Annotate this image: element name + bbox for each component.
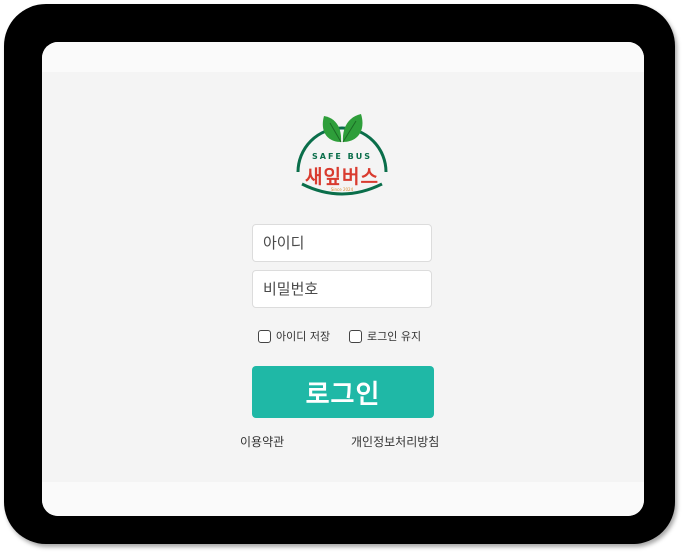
terms-link[interactable]: 이용약관 — [240, 433, 284, 450]
privacy-policy-link[interactable]: 개인정보처리방침 — [351, 433, 439, 450]
password-input[interactable] — [252, 270, 432, 308]
device-frame: SAFE BUS 새잎버스 Since 2024 아이디 저장 로그인 유지 로… — [4, 4, 675, 544]
logo-tagline: SAFE BUS — [311, 152, 373, 161]
keep-login-checkbox-box[interactable] — [349, 329, 362, 343]
login-button[interactable]: 로그인 — [252, 366, 434, 418]
safe-bus-logo: SAFE BUS 새잎버스 Since 2024 — [292, 92, 392, 204]
save-id-label: 아이디 저장 — [276, 330, 331, 343]
login-options: 아이디 저장 로그인 유지 — [258, 328, 458, 348]
login-screen: SAFE BUS 새잎버스 Since 2024 아이디 저장 로그인 유지 로… — [42, 42, 644, 516]
logo-brand-name: 새잎버스 — [305, 166, 379, 188]
id-input[interactable] — [252, 224, 432, 262]
keep-login-checkbox[interactable]: 로그인 유지 — [349, 328, 421, 344]
screen-bottom-band — [42, 482, 644, 516]
save-id-checkbox[interactable]: 아이디 저장 — [258, 328, 330, 344]
keep-login-label: 로그인 유지 — [367, 330, 422, 343]
save-id-checkbox-box[interactable] — [258, 329, 271, 343]
logo-since-text: Since 2024 — [330, 187, 354, 192]
screen-top-band — [42, 42, 644, 72]
